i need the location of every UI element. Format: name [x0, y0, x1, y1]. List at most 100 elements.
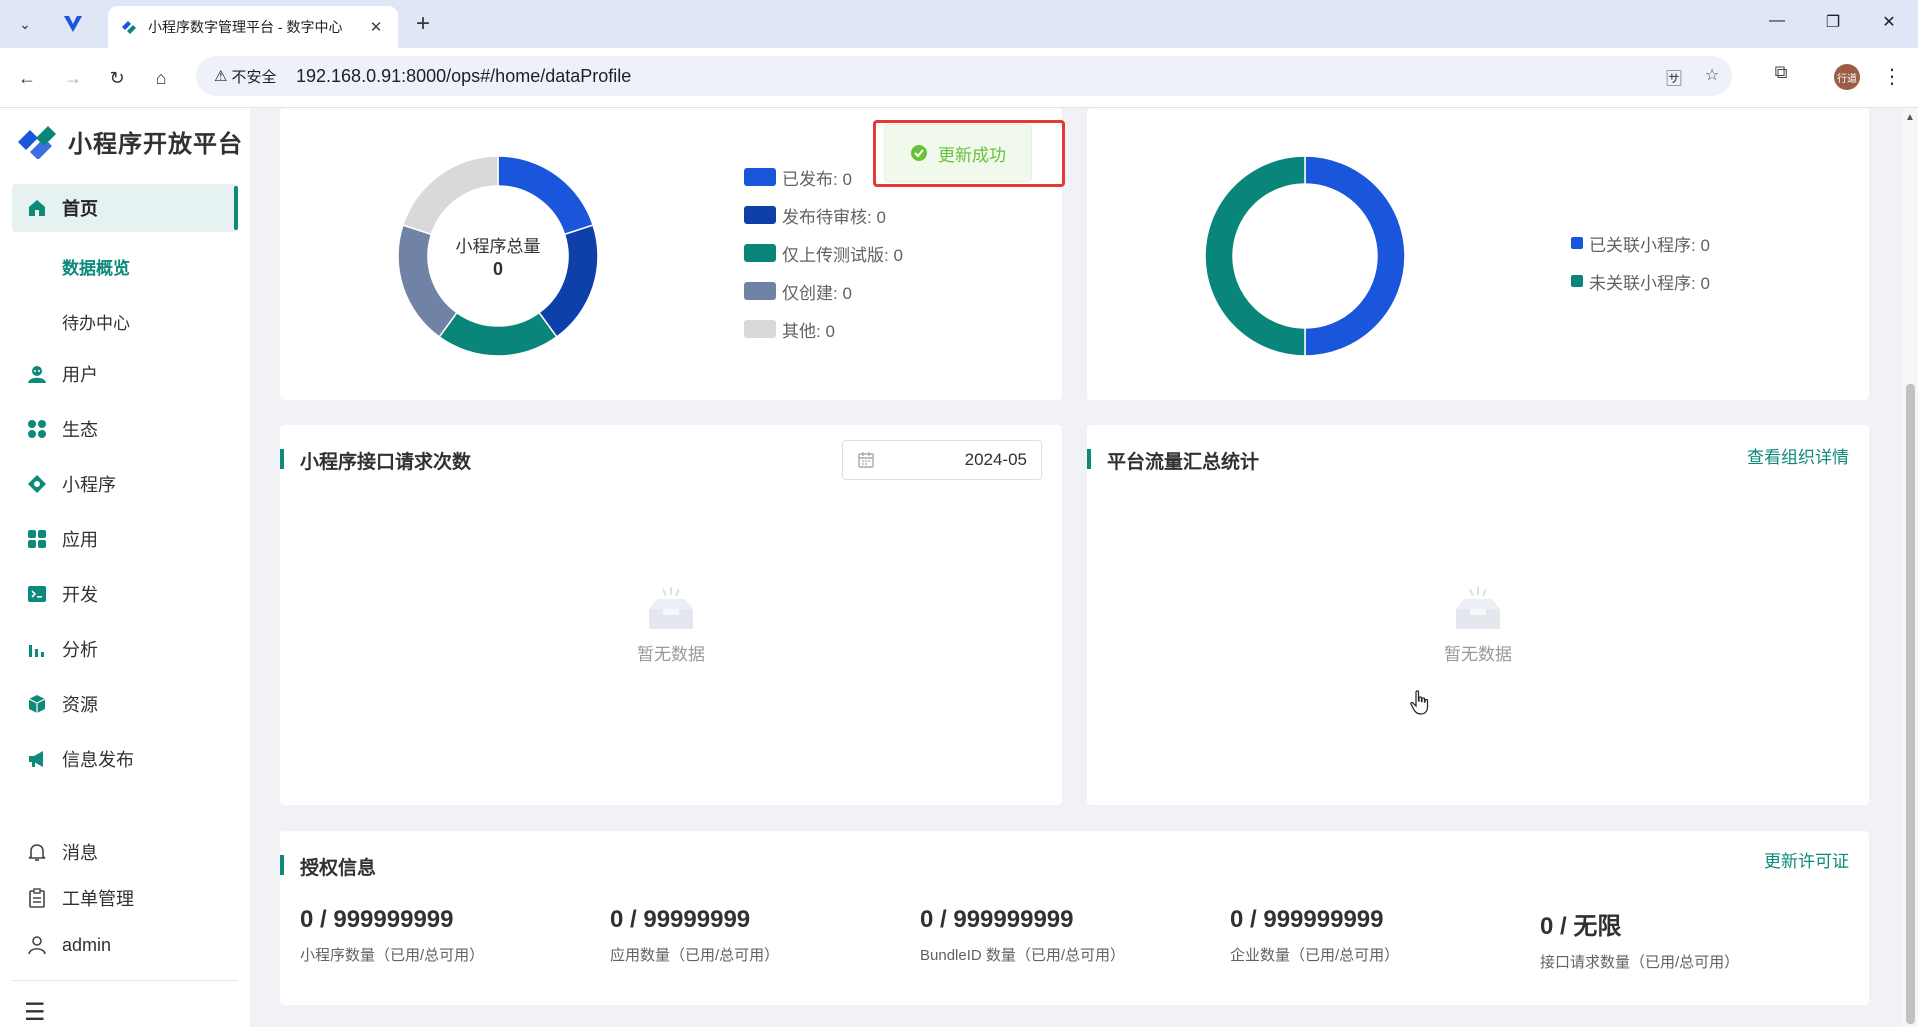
security-label: 不安全 — [231, 68, 277, 86]
translate-icon[interactable]: 🈂 — [1662, 65, 1686, 88]
sidebar-item-label: 消息 — [62, 843, 98, 863]
sidebar-item-develop[interactable]: 开发 — [12, 570, 238, 618]
legend-label: 其他: 0 — [782, 321, 835, 341]
window-close-button[interactable]: ✕ — [1874, 12, 1904, 32]
update-license-link[interactable]: 更新许可证 — [1764, 847, 1849, 872]
profile-avatar[interactable]: 行道 — [1834, 64, 1860, 90]
logo-text: 小程序开放平台 — [68, 131, 243, 158]
sidebar-item-miniprogram[interactable]: 小程序 — [12, 460, 238, 508]
sidebar-item-analytics[interactable]: 分析 — [12, 625, 238, 673]
browser-toolbar: ← → ↻ ⌂ ⚠ 不安全 192.168.0.91:8000/ops#/hom… — [0, 48, 1918, 108]
cube-icon — [26, 693, 48, 715]
tab-favicon-icon — [122, 21, 136, 34]
sidebar-item-ecosystem[interactable]: 生态 — [12, 405, 238, 453]
legend-swatch — [1571, 275, 1583, 287]
legend-item-other[interactable]: 其他: 0 — [744, 310, 903, 348]
back-arrow-icon[interactable]: ← — [14, 66, 40, 90]
legend-item-created-only[interactable]: 仅创建: 0 — [744, 272, 903, 310]
sidebar-item-label: 用户 — [62, 365, 98, 385]
sidebar-item-tickets[interactable]: 工单管理 — [12, 874, 238, 922]
scroll-up-arrow-icon[interactable]: ▲ — [1905, 112, 1915, 123]
sidebar-item-home[interactable]: 首页 — [12, 184, 238, 232]
license-stat-label: 接口请求数量（已用/总可用） — [1540, 954, 1740, 971]
sidebar-item-admin[interactable]: admin — [12, 921, 238, 969]
user-icon — [26, 363, 48, 385]
miniprogram-donut-segment[interactable] — [401, 156, 499, 236]
legend-label: 未关联小程序: 0 — [1589, 273, 1710, 293]
hand-cursor-icon — [1410, 690, 1429, 715]
license-stat-miniprograms: 0 / 999999999 小程序数量（已用/总可用） — [300, 906, 484, 965]
security-indicator[interactable]: ⚠ 不安全 — [206, 64, 284, 88]
sidebar-item-label: 工单管理 — [62, 889, 134, 909]
sidebar-item-announcements[interactable]: 信息发布 — [12, 735, 238, 783]
chevron-down-icon: ⌄ — [19, 15, 31, 32]
bell-icon — [26, 841, 48, 863]
license-stat-value: 0 / 999999999 — [920, 906, 1074, 933]
sidebar-item-label: admin — [62, 934, 112, 955]
tab-search-button[interactable]: ⌄ — [10, 10, 40, 38]
scrollbar-thumb[interactable] — [1906, 384, 1915, 1024]
legend-label: 仅创建: 0 — [782, 283, 852, 303]
license-stat-label: 应用数量（已用/总可用） — [610, 947, 780, 964]
license-stat-value: 0 / 999999999 — [1230, 906, 1384, 933]
forward-arrow-icon[interactable]: → — [60, 66, 86, 90]
license-stat-label: 企业数量（已用/总可用） — [1230, 947, 1400, 964]
api-requests-title: 小程序接口请求次数 — [279, 447, 471, 474]
sidebar-item-resources[interactable]: 资源 — [12, 680, 238, 728]
app-logo[interactable]: 小程序开放平台 — [16, 124, 243, 159]
view-org-details-link[interactable]: 查看组织详情 — [1747, 443, 1849, 468]
legend-swatch — [744, 168, 776, 186]
legend-swatch — [744, 282, 776, 300]
legend-label: 已关联小程序: 0 — [1589, 235, 1710, 255]
browser-app-icon[interactable] — [62, 13, 84, 35]
legend-item-unassociated[interactable]: 未关联小程序: 0 — [1571, 262, 1710, 300]
calendar-icon — [858, 452, 874, 468]
url-text[interactable]: 192.168.0.91:8000/ops#/home/dataProfile — [296, 66, 631, 87]
miniprogram-donut-segment[interactable] — [497, 156, 595, 236]
window-restore-button[interactable]: ❐ — [1818, 12, 1848, 32]
empty-inbox-icon — [649, 587, 693, 629]
traffic-title: 平台流量汇总统计 — [1086, 447, 1259, 474]
terminal-icon — [26, 583, 48, 605]
tab-close-icon[interactable]: ✕ — [366, 18, 386, 36]
window-minimize-button[interactable]: — — [1762, 12, 1792, 30]
sidebar-item-label: 应用 — [62, 530, 98, 550]
donut-center-label: 小程序总量 — [455, 237, 541, 256]
page-scrollbar[interactable]: ▲ — [1902, 108, 1918, 1027]
api-requests-card: 小程序接口请求次数 暂无数据 — [279, 425, 1062, 805]
legend-item-associated[interactable]: 已关联小程序: 0 — [1571, 224, 1710, 262]
empty-text: 暂无数据 — [637, 645, 705, 664]
traffic-card: 平台流量汇总统计 查看组织详情 暂无数据 — [1086, 425, 1869, 805]
month-picker[interactable]: 2024-05 — [842, 440, 1042, 480]
miniprogram-donut-segment[interactable] — [438, 311, 558, 356]
warning-icon: ⚠ — [214, 68, 228, 85]
legend-item-test-uploaded[interactable]: 仅上传测试版: 0 — [744, 234, 903, 272]
browser-menu-icon[interactable]: ⋮ — [1882, 64, 1902, 89]
reload-icon[interactable]: ↻ — [104, 66, 130, 90]
home-browser-icon[interactable]: ⌂ — [148, 66, 174, 90]
license-stat-value: 0 / 999999999 — [300, 906, 454, 933]
license-stat-bundleid: 0 / 999999999 BundleID 数量（已用/总可用） — [920, 906, 1125, 965]
sidebar-subitem-data-overview[interactable]: 数据概览 — [62, 254, 130, 279]
sidebar-item-apps[interactable]: 应用 — [12, 515, 238, 563]
association-donut-segment[interactable] — [1304, 156, 1405, 356]
license-stat-api-requests: 0 / 无限 接口请求数量（已用/总可用） — [1540, 906, 1739, 972]
sidebar-subitem-todo-center[interactable]: 待办中心 — [62, 309, 130, 334]
sidebar-item-users[interactable]: 用户 — [12, 350, 238, 398]
license-stat-enterprises: 0 / 999999999 企业数量（已用/总可用） — [1230, 906, 1399, 965]
browser-tab-active[interactable]: 小程序数字管理平台 - 数字中心 ✕ — [108, 6, 398, 48]
bar-chart-icon — [26, 638, 48, 660]
sidebar-item-label: 分析 — [62, 640, 98, 660]
legend-swatch — [744, 244, 776, 262]
sidebar-item-messages[interactable]: 消息 — [12, 828, 238, 876]
api-requests-empty-state: 暂无数据 — [611, 587, 731, 665]
new-tab-button[interactable]: + — [410, 10, 436, 38]
sidebar-item-label: 首页 — [62, 199, 98, 219]
association-donut-segment[interactable] — [1205, 156, 1306, 356]
ecosystem-icon — [26, 418, 48, 440]
address-bar[interactable]: ⚠ 不安全 192.168.0.91:8000/ops#/home/dataPr… — [196, 56, 1732, 96]
collapse-menu-icon[interactable]: ☰ — [24, 998, 46, 1027]
extensions-icon[interactable]: ⧉ — [1768, 62, 1794, 88]
legend-item-pending-review[interactable]: 发布待审核: 0 — [744, 196, 903, 234]
bookmark-star-icon[interactable]: ☆ — [1700, 65, 1724, 87]
